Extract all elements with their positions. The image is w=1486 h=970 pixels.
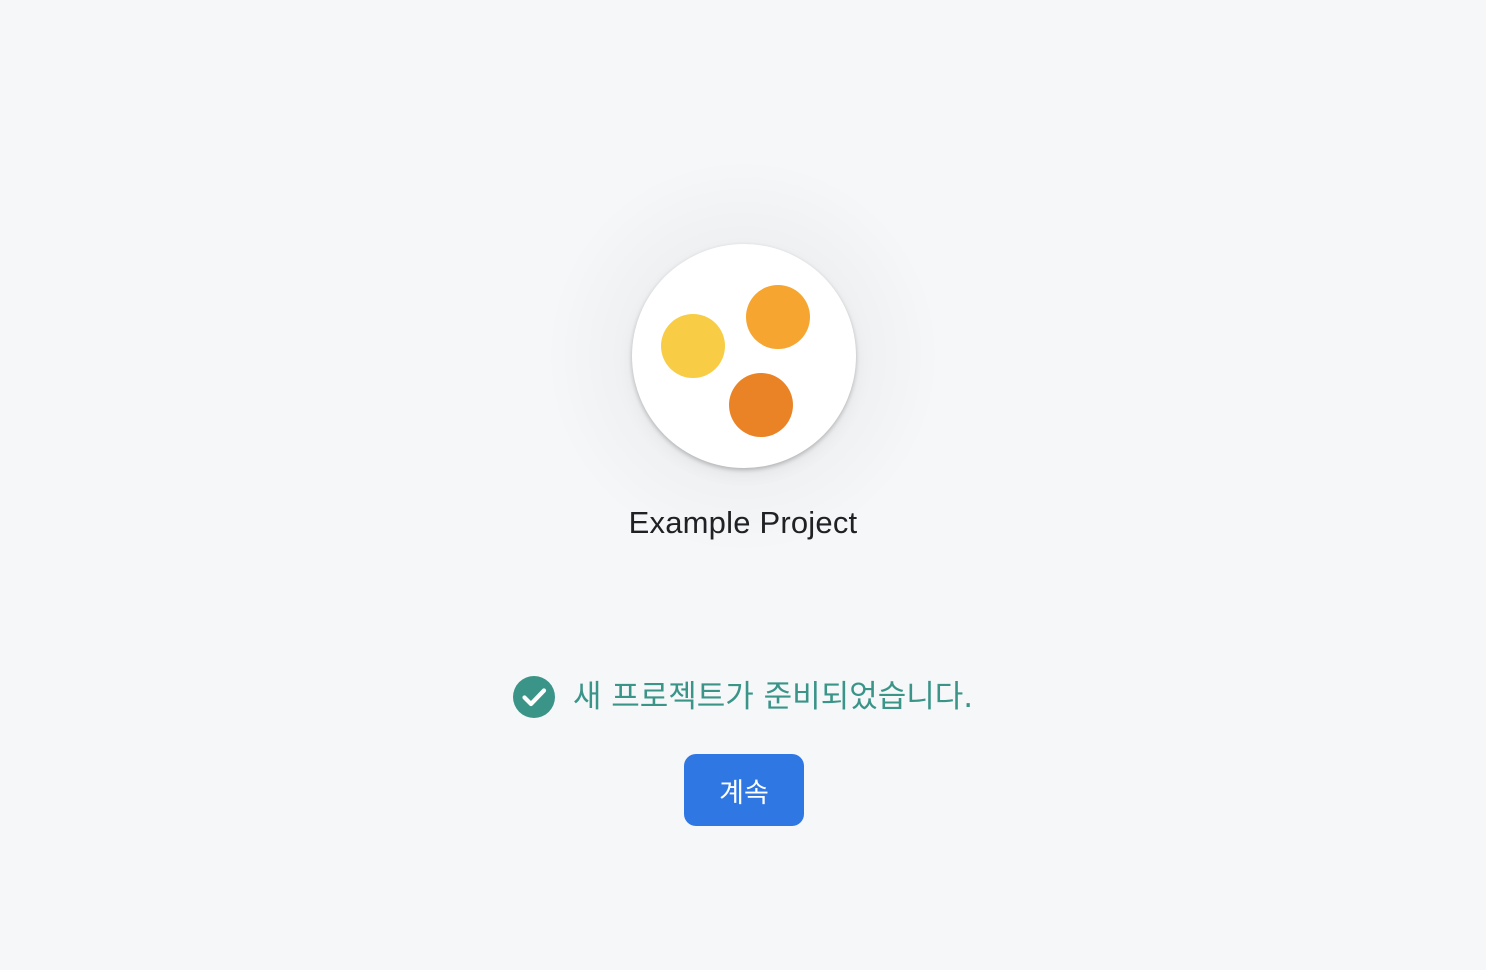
status-text: 새 프로젝트가 준비되었습니다. [572, 679, 974, 715]
logo-dot-orange [729, 373, 793, 437]
logo-dot-yellow [661, 314, 725, 378]
logo-dot-amber [746, 285, 810, 349]
check-circle-icon [512, 676, 555, 718]
continue-button[interactable]: 계속 [684, 754, 804, 826]
project-avatar [632, 244, 856, 468]
status-message: 새 프로젝트가 준비되었습니다. [0, 676, 1486, 718]
project-name: Example Project [628, 505, 858, 540]
